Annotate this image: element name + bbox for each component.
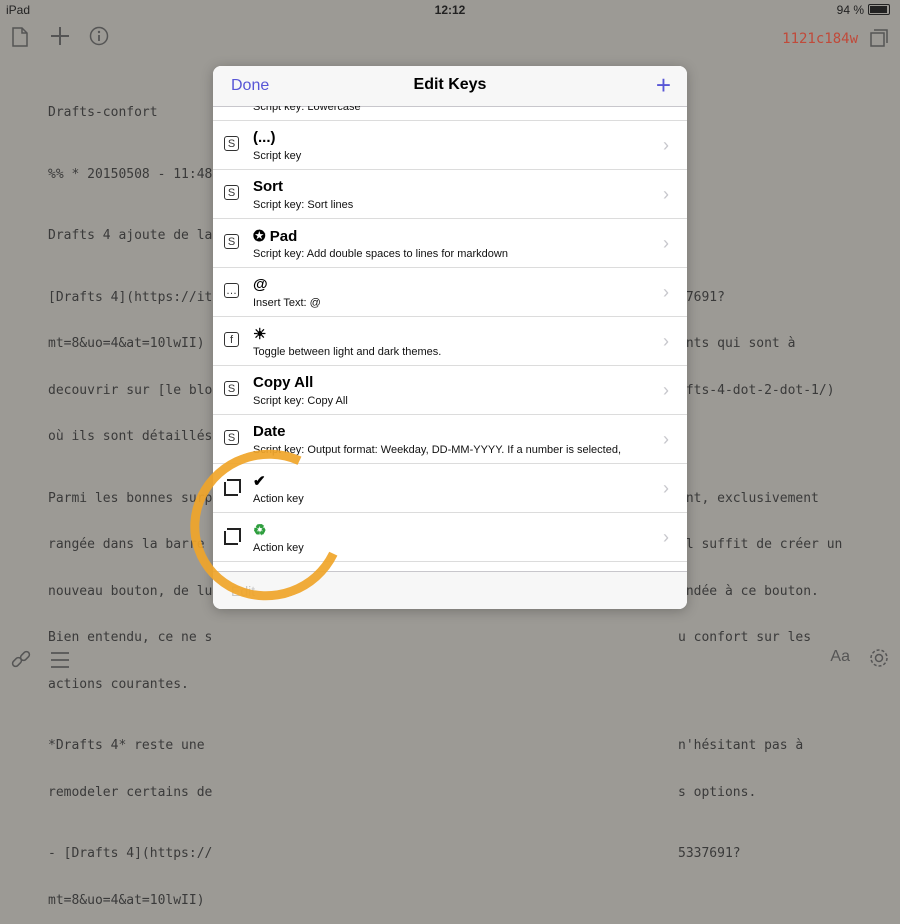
script-key-icon: S bbox=[224, 381, 239, 396]
key-title: @ bbox=[253, 276, 268, 293]
key-row[interactable]: … @ Insert Text: @ › bbox=[213, 268, 687, 317]
toolbar: 1121c184w bbox=[0, 22, 900, 58]
key-title: Copy All bbox=[253, 374, 314, 391]
key-title: Date bbox=[253, 423, 286, 440]
key-subtitle: Toggle between light and dark themes. bbox=[253, 346, 442, 358]
draft-line: mt=8&uo=4&at=10lwII) bbox=[48, 892, 205, 908]
status-bar: iPad 12:12 94 % bbox=[0, 0, 900, 20]
chevron-right-icon: › bbox=[663, 184, 669, 204]
chevron-right-icon: › bbox=[663, 429, 669, 449]
clock: 12:12 bbox=[434, 3, 466, 17]
script-key-icon: … bbox=[224, 283, 239, 298]
script-key-icon: S bbox=[224, 185, 239, 200]
share-icon[interactable] bbox=[870, 27, 888, 53]
list-icon[interactable] bbox=[50, 649, 70, 675]
bottom-toolbar: Aa bbox=[0, 640, 900, 675]
chevron-right-icon: › bbox=[663, 233, 669, 253]
battery-percent: 94 % bbox=[836, 3, 864, 17]
battery-indicator: 94 % bbox=[837, 3, 890, 17]
document-icon[interactable] bbox=[12, 27, 28, 53]
draft-line: actions courantes. bbox=[48, 676, 189, 692]
key-title: ✪ Pad bbox=[253, 228, 298, 245]
link-icon[interactable] bbox=[10, 648, 32, 676]
add-key-button[interactable]: + bbox=[656, 70, 671, 101]
key-subtitle: Script key: Sort lines bbox=[253, 199, 354, 211]
chevron-right-icon: › bbox=[663, 331, 669, 351]
gear-icon[interactable] bbox=[868, 647, 890, 675]
key-subtitle: Script key bbox=[253, 150, 302, 162]
script-key-icon: S bbox=[224, 136, 239, 151]
key-row[interactable]: S ✪ Pad Script key: Add double spaces to l… bbox=[213, 219, 687, 268]
plus-icon[interactable] bbox=[50, 26, 70, 52]
key-subtitle: Script key: Lowercase bbox=[253, 106, 361, 113]
key-subtitle: Script key: Add double spaces to lines f… bbox=[253, 248, 508, 260]
script-key-icon: S bbox=[224, 430, 239, 445]
script-key-icon: S bbox=[224, 234, 239, 249]
draft-line: *Drafts 4* reste une n'hésitant pas à bbox=[48, 738, 804, 753]
chevron-right-icon: › bbox=[663, 527, 669, 547]
key-row[interactable]: S Copy All Script key: Copy All › bbox=[213, 366, 687, 415]
key-subtitle: Script key: Output format: Weekday, DD-M… bbox=[253, 444, 622, 456]
key-title: Sort bbox=[253, 178, 283, 195]
chevron-right-icon: › bbox=[663, 478, 669, 498]
key-title: (...) bbox=[253, 129, 276, 146]
chevron-right-icon: › bbox=[663, 282, 669, 302]
key-subtitle: Insert Text: @ bbox=[253, 297, 321, 309]
popover-title: Edit Keys bbox=[413, 76, 487, 93]
key-subtitle: Script key: Copy All bbox=[253, 395, 348, 407]
script-key-icon: f bbox=[224, 332, 239, 347]
font-size-button[interactable]: Aa bbox=[830, 648, 850, 666]
character-word-count[interactable]: 1121c184w bbox=[782, 31, 858, 47]
info-icon[interactable] bbox=[89, 26, 109, 52]
key-title: ☀ bbox=[253, 326, 267, 343]
key-row[interactable]: S (...) Script key › bbox=[213, 121, 687, 170]
chevron-right-icon: › bbox=[663, 106, 669, 107]
chevron-right-icon: › bbox=[663, 380, 669, 400]
key-row[interactable]: S Sort Script key: Sort lines › bbox=[213, 170, 687, 219]
draft-line: remodeler certains de s options. bbox=[48, 784, 757, 800]
chevron-right-icon: › bbox=[663, 135, 669, 155]
key-row[interactable]: f ☀ Toggle between light and dark themes. › bbox=[213, 317, 687, 366]
popover-header: Done Edit Keys + bbox=[213, 66, 687, 107]
battery-icon bbox=[868, 4, 890, 15]
draft-line: - [Drafts 4](https://5337691? bbox=[48, 846, 741, 861]
key-row[interactable]: SlowScript key: Lowercase› bbox=[213, 106, 687, 121]
